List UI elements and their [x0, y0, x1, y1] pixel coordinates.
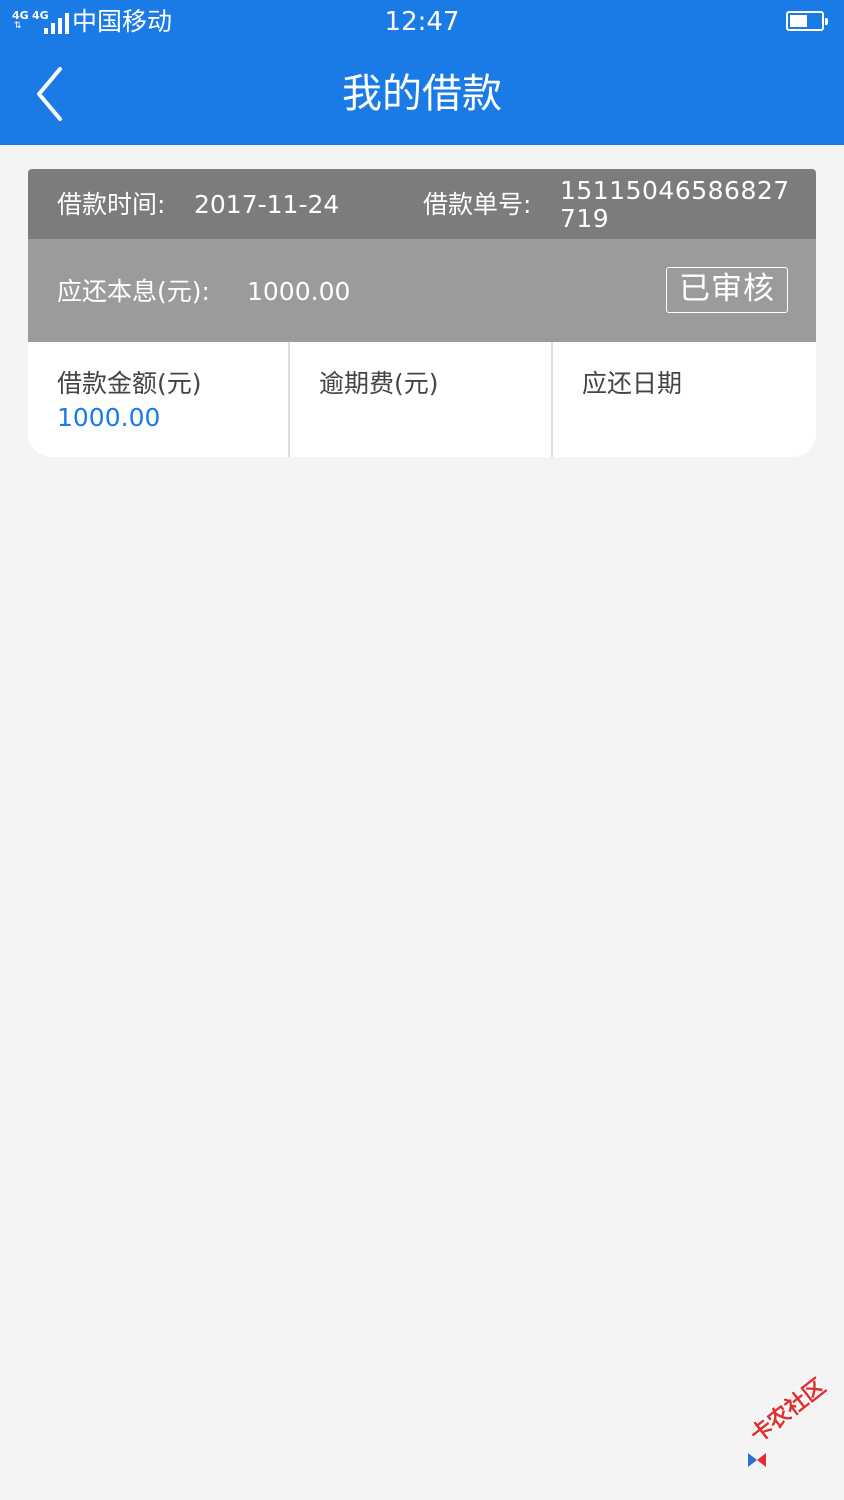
- loan-details-row: 借款金额(元) 1000.00 逾期费(元) 应还日期: [28, 342, 816, 457]
- app-header: 4G 4G ⇅ 中国移动 12:47 我的借款: [0, 0, 844, 145]
- kanong-logo-icon: [748, 1453, 766, 1467]
- watermark: 卡农社区: [740, 1374, 840, 1485]
- navigation-bar: 我的借款: [0, 46, 844, 145]
- status-bar: 4G 4G ⇅ 中国移动 12:47: [0, 0, 844, 46]
- loan-amount-cell: 借款金额(元) 1000.00: [28, 342, 290, 457]
- due-amount-value: 1000.00: [247, 277, 351, 306]
- loan-card[interactable]: 借款时间: 2017-11-24 借款单号: 15115046586827719…: [28, 169, 816, 457]
- battery-icon: [786, 11, 828, 31]
- loan-card-header: 借款时间: 2017-11-24 借款单号: 15115046586827719: [28, 169, 816, 239]
- due-date-label: 应还日期: [582, 369, 683, 398]
- loan-amount-value: 1000.00: [57, 403, 161, 432]
- status-time: 12:47: [384, 7, 460, 37]
- page-title: 我的借款: [342, 71, 502, 117]
- battery-fill: [790, 15, 807, 27]
- loan-time-value: 2017-11-24: [194, 190, 340, 219]
- due-amount-label: 应还本息(元):: [57, 277, 210, 306]
- overdue-fee-label: 逾期费(元): [319, 369, 439, 398]
- status-badge: 已审核: [666, 267, 788, 313]
- order-number-label: 借款单号:: [423, 190, 532, 219]
- due-date-cell: 应还日期: [553, 342, 816, 457]
- loan-amount-label: 借款金额(元): [57, 369, 202, 398]
- watermark-text: 卡农社区: [745, 1374, 831, 1449]
- order-number-value: 15115046586827719: [560, 176, 790, 233]
- due-amount-row: 应还本息(元): 1000.00 已审核: [28, 239, 816, 342]
- overdue-fee-cell: 逾期费(元): [290, 342, 553, 457]
- loan-time-label: 借款时间:: [57, 190, 166, 219]
